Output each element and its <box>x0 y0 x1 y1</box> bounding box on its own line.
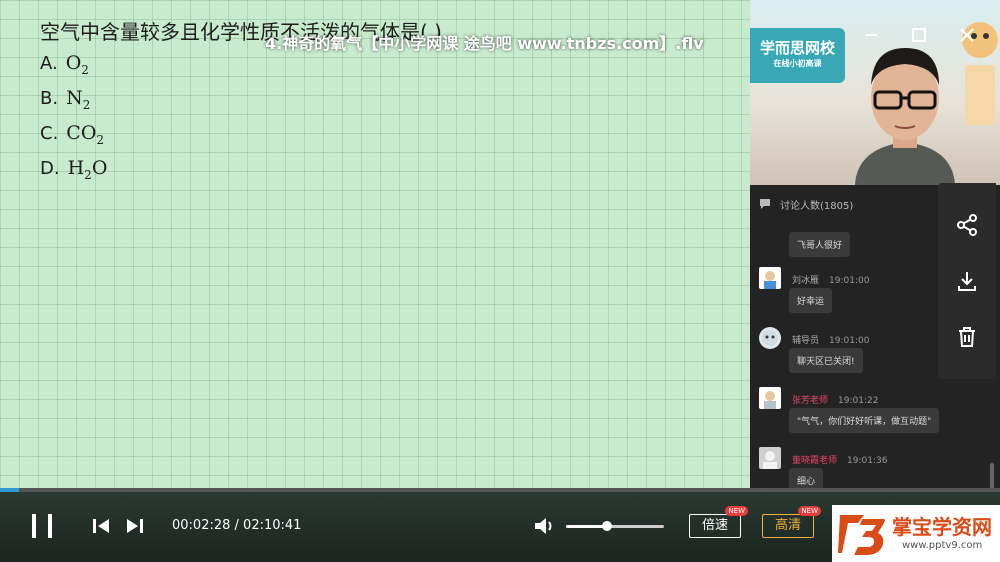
next-button[interactable] <box>126 518 144 538</box>
user-avatar <box>759 327 781 349</box>
option-formula: H <box>67 157 85 179</box>
pause-button[interactable] <box>30 512 56 544</box>
watermark-title: 掌宝学资网 <box>892 515 992 539</box>
option-formula: CO <box>66 122 97 144</box>
school-logo-text: 学而思网校 <box>759 39 835 57</box>
watermark-logo-icon <box>838 515 885 555</box>
trash-icon <box>959 327 975 347</box>
option-letter: D. <box>40 158 60 179</box>
skip-next-icon <box>127 519 143 533</box>
option-formula-tail: O <box>91 157 108 179</box>
option-d: D. H2O <box>40 157 107 182</box>
window-controls <box>860 24 978 46</box>
chat-message-text: 好幸运 <box>789 288 833 313</box>
option-letter: B. <box>40 88 59 109</box>
option-subscript: 2 <box>82 97 91 112</box>
option-letter: A. <box>40 53 58 74</box>
option-subscript: 2 <box>81 62 89 77</box>
chat-user-name: 董晓霞老师 19:01:36 <box>792 456 888 466</box>
volume-slider-handle[interactable] <box>602 521 613 531</box>
speed-button[interactable]: 倍速 NEW <box>689 506 748 538</box>
skip-previous-icon <box>93 519 109 533</box>
volume-slider[interactable] <box>566 521 664 531</box>
teacher-person-icon <box>855 48 955 185</box>
teacher-avatar-icon <box>764 391 776 409</box>
delete-button[interactable] <box>955 325 979 349</box>
option-subscript: 2 <box>84 167 92 182</box>
chat-participant-count: 讨论人数(1805) <box>780 200 854 212</box>
pause-icon <box>32 514 52 538</box>
quality-button-label: 高清 <box>774 518 801 533</box>
option-b: B. N2 <box>40 87 90 112</box>
volume-button[interactable] <box>533 516 555 540</box>
option-formula: N <box>66 87 83 109</box>
user-avatar <box>759 447 781 469</box>
share-icon <box>957 214 977 236</box>
student-avatar-icon <box>764 271 776 289</box>
option-c: C. CO2 <box>40 122 104 147</box>
user-avatar <box>759 387 781 409</box>
chat-bubble-icon <box>760 199 770 209</box>
maximize-button[interactable] <box>908 24 930 46</box>
option-letter: C. <box>40 123 59 144</box>
volume-icon <box>535 518 552 534</box>
chat-message-text: 聊天区已关闭! <box>789 348 863 373</box>
site-watermark: 掌宝学资网 www.pptv9.com <box>832 505 1000 562</box>
chat-message-text: 细心 <box>789 468 824 490</box>
chat-user-name: 刘冰雁 19:01:00 <box>792 276 870 286</box>
side-toolbar <box>938 183 996 379</box>
quality-button[interactable]: 高清 NEW <box>762 506 821 538</box>
maximize-icon <box>912 28 926 42</box>
chat-message-text: 飞哥人很好 <box>789 232 851 257</box>
download-button[interactable] <box>955 269 979 293</box>
watermark-url: www.pptv9.com <box>902 540 983 551</box>
chat-message-text: "气气，你们好好听课，做互动题" <box>789 408 940 433</box>
new-badge: NEW <box>725 506 748 516</box>
slide-board: 空气中含量较多且化学性质不活泼的气体是( ) A. O2 B. N2 C. CO2 D… <box>0 0 750 490</box>
assistant-avatar-icon <box>762 330 778 346</box>
previous-button[interactable] <box>92 518 110 538</box>
school-logo-subtext: 在线小初高课 <box>773 59 822 68</box>
chat-user-name: 张芳老师 19:01:22 <box>792 396 879 406</box>
volume-slider-fill <box>566 525 608 528</box>
option-formula: O <box>65 52 82 74</box>
close-icon <box>960 28 974 42</box>
school-logo: 学而思网校 在线小初高课 <box>750 28 845 83</box>
minimize-icon <box>865 34 877 36</box>
share-button[interactable] <box>955 213 979 237</box>
video-title: 4.神奇的氧气【中小学网课 途鸟吧 www.tnbzs.com】.flv <box>265 34 704 53</box>
download-icon <box>958 272 976 291</box>
minimize-button[interactable] <box>860 24 882 46</box>
user-avatar <box>759 267 781 289</box>
playback-time: 00:02:28 / 02:10:41 <box>172 518 302 533</box>
new-badge: NEW <box>798 506 821 516</box>
option-a: A. O2 <box>40 52 89 77</box>
default-avatar-icon <box>763 451 777 469</box>
chat-user-name: 辅导员 19:01:00 <box>792 336 870 346</box>
option-subscript: 2 <box>96 132 105 147</box>
speed-button-label: 倍速 <box>701 518 728 533</box>
close-button[interactable] <box>956 24 978 46</box>
